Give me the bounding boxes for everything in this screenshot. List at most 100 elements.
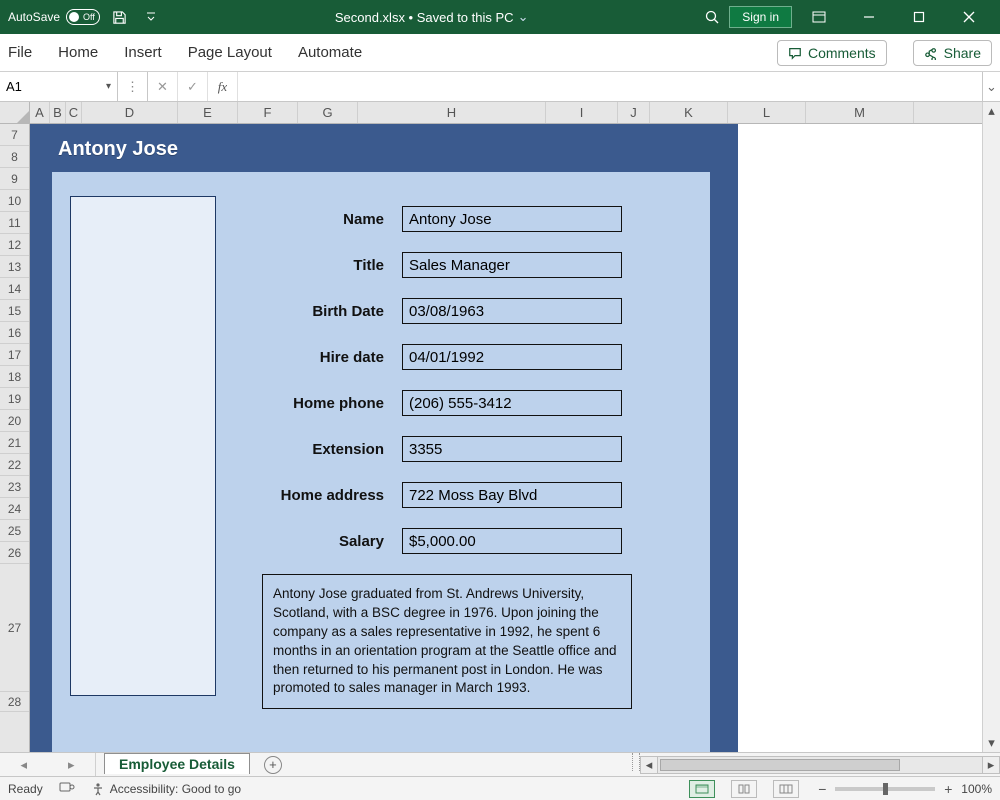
col-header-K[interactable]: K xyxy=(650,102,728,123)
autosave-toggle[interactable]: AutoSave Off xyxy=(8,9,100,25)
zoom-in-button[interactable]: + xyxy=(941,781,955,797)
field-value[interactable]: 04/01/1992 xyxy=(402,344,622,370)
field-value[interactable]: 3355 xyxy=(402,436,622,462)
row-header-10[interactable]: 10 xyxy=(0,190,29,212)
scroll-right-icon[interactable]: ▸ xyxy=(982,756,1000,774)
row-header-24[interactable]: 24 xyxy=(0,498,29,520)
name-box[interactable]: A1 ▾ xyxy=(0,72,118,101)
col-header-G[interactable]: G xyxy=(298,102,358,123)
minimize-button[interactable] xyxy=(846,0,892,34)
row-header-23[interactable]: 23 xyxy=(0,476,29,498)
field-value[interactable]: (206) 555-3412 xyxy=(402,390,622,416)
row-header-20[interactable]: 20 xyxy=(0,410,29,432)
select-all-corner[interactable] xyxy=(0,102,30,124)
zoom-out-button[interactable]: − xyxy=(815,781,829,797)
col-header-F[interactable]: F xyxy=(238,102,298,123)
col-header-J[interactable]: J xyxy=(618,102,650,123)
row-header-19[interactable]: 19 xyxy=(0,388,29,410)
field-row: Birth Date03/08/1963 xyxy=(232,288,686,334)
menu-automate[interactable]: Automate xyxy=(298,44,362,61)
tab-next-icon[interactable]: ▸ xyxy=(68,757,75,773)
status-ready: Ready xyxy=(8,782,43,796)
col-header-C[interactable]: C xyxy=(66,102,82,123)
row-header-27[interactable]: 27 xyxy=(0,564,29,692)
col-header-H[interactable]: H xyxy=(358,102,546,123)
sheet-tab-active[interactable]: Employee Details xyxy=(104,753,250,774)
search-icon[interactable] xyxy=(699,4,725,30)
field-value[interactable]: Antony Jose xyxy=(402,206,622,232)
share-button[interactable]: Share xyxy=(913,40,992,66)
comments-button[interactable]: Comments xyxy=(777,40,887,66)
menu-insert[interactable]: Insert xyxy=(124,44,162,61)
add-sheet-button[interactable]: + xyxy=(258,755,288,775)
accessibility-status[interactable]: Accessibility: Good to go xyxy=(91,782,241,796)
row-header-11[interactable]: 11 xyxy=(0,212,29,234)
field-value[interactable]: $5,000.00 xyxy=(402,528,622,554)
row-header-9[interactable]: 9 xyxy=(0,168,29,190)
field-value[interactable]: Sales Manager xyxy=(402,252,622,278)
col-header-B[interactable]: B xyxy=(50,102,66,123)
comment-icon xyxy=(788,46,802,60)
col-header-E[interactable]: E xyxy=(178,102,238,123)
zoom-value[interactable]: 100% xyxy=(961,782,992,796)
formula-input[interactable] xyxy=(238,72,982,101)
horizontal-scrollbar[interactable]: ◂ ▸ xyxy=(640,753,1000,776)
row-header-8[interactable]: 8 xyxy=(0,146,29,168)
save-icon[interactable] xyxy=(106,4,132,30)
menu-file[interactable]: File xyxy=(8,44,32,61)
cancel-icon[interactable]: ✕ xyxy=(148,72,178,101)
field-row: Extension3355 xyxy=(232,426,686,472)
scroll-down-icon[interactable]: ▾ xyxy=(983,734,1000,752)
field-value[interactable]: 03/08/1963 xyxy=(402,298,622,324)
col-header-L[interactable]: L xyxy=(728,102,806,123)
title-dropdown-icon[interactable]: ⌄ xyxy=(518,9,529,25)
sign-in-button[interactable]: Sign in xyxy=(729,6,792,28)
qat-dropdown-icon[interactable] xyxy=(138,4,164,30)
col-header-D[interactable]: D xyxy=(82,102,178,123)
scroll-left-icon[interactable]: ◂ xyxy=(640,756,658,774)
row-header-21[interactable]: 21 xyxy=(0,432,29,454)
close-button[interactable] xyxy=(946,0,992,34)
menu-home[interactable]: Home xyxy=(58,44,98,61)
row-header-17[interactable]: 17 xyxy=(0,344,29,366)
row-header-12[interactable]: 12 xyxy=(0,234,29,256)
ribbon-mode-icon[interactable] xyxy=(796,0,842,34)
row-header-14[interactable]: 14 xyxy=(0,278,29,300)
view-page-layout-button[interactable] xyxy=(731,780,757,798)
row-header-16[interactable]: 16 xyxy=(0,322,29,344)
tab-prev-icon[interactable]: ◂ xyxy=(20,757,27,773)
name-box-dropdown-icon[interactable]: ▾ xyxy=(106,81,111,92)
field-value[interactable]: 722 Moss Bay Blvd xyxy=(402,482,622,508)
zoom-slider[interactable] xyxy=(835,787,935,791)
row-header-25[interactable]: 25 xyxy=(0,520,29,542)
row-header-7[interactable]: 7 xyxy=(0,124,29,146)
col-header-M[interactable]: M xyxy=(806,102,914,123)
enter-icon[interactable]: ✓ xyxy=(178,72,208,101)
row-header-15[interactable]: 15 xyxy=(0,300,29,322)
row-header-22[interactable]: 22 xyxy=(0,454,29,476)
accessibility-icon xyxy=(91,782,105,796)
employee-card-inner: NameAntony JoseTitleSales ManagerBirth D… xyxy=(52,172,710,752)
scroll-up-icon[interactable]: ▴ xyxy=(983,102,1000,120)
employee-heading: Antony Jose xyxy=(30,124,738,172)
tab-splitter[interactable] xyxy=(632,753,640,771)
menu-page-layout[interactable]: Page Layout xyxy=(188,44,272,61)
macro-record-icon[interactable] xyxy=(59,780,75,797)
view-page-break-button[interactable] xyxy=(773,780,799,798)
col-header-I[interactable]: I xyxy=(546,102,618,123)
maximize-button[interactable] xyxy=(896,0,942,34)
vertical-scrollbar[interactable]: ▴ ▾ xyxy=(982,102,1000,752)
field-row: Home phone(206) 555-3412 xyxy=(232,380,686,426)
grid: ABCDEFGHIJKLM 78910111213141516171819202… xyxy=(0,102,1000,752)
formula-expand-icon[interactable]: ⌄ xyxy=(982,72,1000,101)
row-header-18[interactable]: 18 xyxy=(0,366,29,388)
row-header-26[interactable]: 26 xyxy=(0,542,29,564)
fx-icon[interactable]: fx xyxy=(208,72,238,101)
row-header-13[interactable]: 13 xyxy=(0,256,29,278)
col-header-A[interactable]: A xyxy=(30,102,50,123)
row-header-28[interactable]: 28 xyxy=(0,692,29,712)
cells-area[interactable]: Antony Jose NameAntony JoseTitleSales Ma… xyxy=(30,124,982,752)
field-label: Salary xyxy=(232,533,402,550)
h-scroll-thumb[interactable] xyxy=(660,759,900,771)
view-normal-button[interactable] xyxy=(689,780,715,798)
